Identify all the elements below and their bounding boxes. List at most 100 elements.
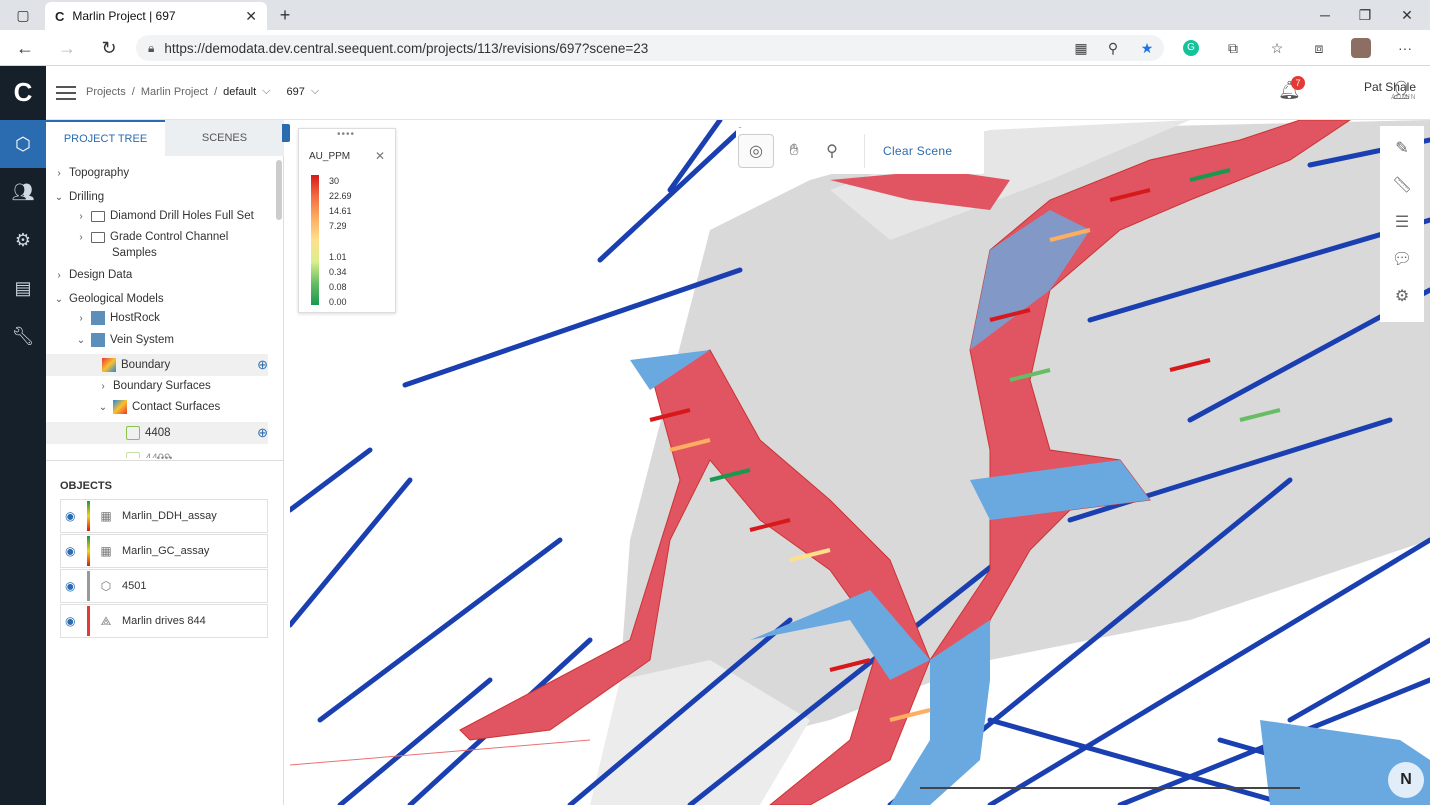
seequent-favicon-icon: C [55, 8, 65, 24]
seequent-logo[interactable]: C [0, 66, 46, 118]
tree-item-design-data[interactable]: › Design Data [54, 264, 132, 286]
maximize-icon[interactable]: ❐ [1350, 4, 1380, 26]
object-row[interactable]: ◉ ⬡ 4501 [60, 569, 268, 603]
tree-item-vein-system[interactable]: ⌄ Vein System [76, 329, 174, 351]
close-window-icon[interactable]: ✕ [1392, 4, 1422, 26]
chevron-down-icon[interactable]: ⌵ [311, 85, 319, 98]
tree-item-hostrock[interactable]: › HostRock [76, 307, 160, 329]
eye-icon[interactable]: ◉ [65, 509, 79, 523]
collapse-panel-handle[interactable] [282, 124, 290, 142]
surface-icon: ⬡ [100, 579, 112, 593]
notifications-badge: 7 [1291, 76, 1305, 90]
users-nav-icon[interactable]: 👥︎ [0, 168, 46, 216]
app-grid-icon[interactable]: ▦ [1070, 38, 1092, 58]
extensions-icon[interactable]: ⧉ [1222, 38, 1244, 58]
viewport-toolbar: ◎ ✋︎ ⚲ Clear Scene [736, 128, 984, 174]
browser-tabstrip: ▢ C Marlin Project | 697 ✕ + ─ ❐ ✕ [0, 0, 1430, 30]
boundary-icon [102, 358, 116, 372]
legend-title: AU_PPM [309, 151, 351, 162]
tab-actions-icon[interactable]: ▢ [8, 4, 38, 26]
profile-avatar[interactable] [1350, 38, 1372, 58]
app-header: Projects / Marlin Project / default ⌵ 69… [46, 66, 1430, 120]
add-to-scene-icon[interactable]: ⊕ [257, 357, 268, 373]
calendar-nav-icon[interactable]: ▤ [0, 264, 46, 312]
tab-scenes[interactable]: SCENES [165, 120, 284, 156]
objects-header: OBJECTS [60, 480, 112, 492]
branch-selector[interactable]: default [223, 86, 256, 98]
object-row[interactable]: ◉ ▦ Marlin_DDH_assay [60, 499, 268, 533]
annotate-pen-icon[interactable]: ✎ [1390, 136, 1414, 160]
comment-icon[interactable]: 💬︎ [1390, 247, 1414, 271]
orbit-icon[interactable]: ◎ [738, 134, 774, 168]
tree-item-contact-surfaces[interactable]: ⌄ Contact Surfaces [98, 396, 220, 418]
lock-icon: 🔒︎ [148, 40, 155, 55]
measure-ruler-icon[interactable]: 📏︎ [1390, 173, 1414, 197]
tools-nav-icon[interactable]: 🔧︎ [0, 312, 46, 360]
breadcrumb-project[interactable]: Marlin Project [141, 86, 208, 98]
projects-nav-icon[interactable]: ⬡ [0, 120, 46, 168]
eye-icon[interactable]: ◉ [65, 579, 79, 593]
filter-sliders-icon[interactable]: ☰ [1390, 210, 1414, 234]
breadcrumb-projects[interactable]: Projects [86, 86, 126, 98]
3d-viewport[interactable] [290, 120, 1430, 805]
tree-item-boundary-surfaces[interactable]: › Boundary Surfaces [98, 375, 210, 397]
legend-value: 22.69 [329, 191, 352, 201]
legend-colorbar [311, 175, 319, 305]
surfaces-icon [113, 400, 127, 414]
tree-item-topography[interactable]: › Topography [54, 162, 129, 184]
mesh-icon: ⟁ [100, 613, 112, 628]
legend-value: 7.29 [329, 221, 347, 231]
settings-nav-icon[interactable]: ⚙ [0, 216, 46, 264]
hamburger-menu-icon[interactable] [56, 82, 76, 102]
tree-item-ddh[interactable]: › Diamond Drill Holes Full Set [76, 205, 253, 227]
object-row[interactable]: ◉ ▦ Marlin_GC_assay [60, 534, 268, 568]
legend-value: 1.01 [329, 252, 347, 262]
color-legend[interactable]: •••• AU_PPM ✕ 30 22.69 14.61 7.29 1.01 0… [298, 128, 396, 313]
new-tab-icon[interactable]: + [270, 4, 300, 26]
legend-value: 0.08 [329, 282, 347, 292]
model-cube-icon [91, 311, 105, 325]
user-icon[interactable]: 👤︎ [1390, 80, 1413, 101]
favorite-star-icon[interactable]: ★ [1136, 38, 1158, 58]
address-bar[interactable]: 🔒︎ https://demodata.dev.central.seequent… [136, 35, 1164, 61]
tab-project-tree[interactable]: PROJECT TREE [46, 120, 165, 156]
add-to-scene-icon[interactable]: ⊕ [257, 425, 268, 441]
favorites-icon[interactable]: ☆ [1266, 38, 1288, 58]
tree-item-boundary[interactable]: Boundary ⊕ [46, 354, 268, 376]
tree-item-grade-control-cont: Samples [112, 247, 157, 259]
drag-handle[interactable]: •••• [337, 129, 355, 140]
clear-scene-button[interactable]: Clear Scene [864, 134, 970, 168]
legend-value: 30 [329, 176, 340, 186]
close-tab-icon[interactable]: ✕ [245, 8, 257, 25]
reload-icon[interactable]: ↻ [96, 36, 122, 60]
more-menu-icon[interactable]: ··· [1394, 38, 1416, 58]
object-row[interactable]: ◉ ⟁ Marlin drives 844 [60, 604, 268, 638]
eye-icon[interactable]: ◉ [65, 614, 79, 628]
model-cube-icon [91, 333, 105, 347]
north-compass[interactable]: N [1388, 762, 1424, 798]
tree-item-4408[interactable]: 4408 ⊕ [46, 422, 268, 444]
chevron-down-icon[interactable]: ⌵ [262, 85, 270, 98]
zoom-search-icon[interactable]: ⚲ [814, 134, 850, 168]
3d-scene [290, 120, 1430, 805]
revision-selector[interactable]: 697 [287, 86, 305, 98]
app-left-rail: C ⬡ 👥︎ ⚙ ▤ 🔧︎ [0, 66, 46, 805]
panel-divider-handle[interactable]: •••• [46, 453, 284, 466]
back-icon[interactable]: ← [12, 36, 38, 60]
grammarly-icon[interactable]: G [1180, 38, 1202, 58]
zoom-icon[interactable]: ⚲ [1102, 38, 1124, 58]
pan-hand-icon[interactable]: ✋︎ [776, 134, 812, 168]
tree-scrollbar[interactable] [276, 160, 282, 220]
folder-icon [91, 231, 105, 243]
collections-icon[interactable]: ⧈ [1308, 38, 1330, 58]
browser-tab[interactable]: C Marlin Project | 697 ✕ [45, 2, 267, 30]
settings-gear-icon[interactable]: ⚙ [1390, 284, 1414, 308]
legend-value: 0.34 [329, 267, 347, 277]
minimize-icon[interactable]: ─ [1310, 4, 1340, 26]
close-legend-icon[interactable]: ✕ [375, 149, 385, 163]
eye-icon[interactable]: ◉ [65, 544, 79, 558]
surface-icon [126, 426, 140, 440]
forward-icon[interactable]: → [54, 36, 80, 60]
breadcrumb: Projects / Marlin Project / default ⌵ 69… [86, 85, 320, 98]
table-icon: ▦ [100, 544, 112, 558]
